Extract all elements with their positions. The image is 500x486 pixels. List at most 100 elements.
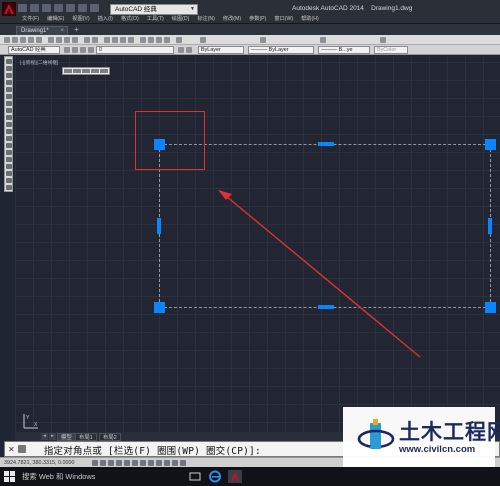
toolbar-button-icon[interactable] (100, 69, 108, 73)
print-icon[interactable] (66, 4, 75, 12)
layer-combo[interactable]: 0 (96, 46, 174, 54)
tab-nav-first-icon[interactable]: ◂ (41, 433, 48, 440)
edge-browser-icon[interactable] (208, 470, 222, 483)
save-icon[interactable] (42, 4, 51, 12)
design-center-icon[interactable] (148, 37, 154, 43)
print-icon[interactable] (28, 37, 34, 43)
region-icon[interactable] (6, 171, 12, 176)
file-tab-drawing1[interactable]: Drawing1* × (16, 26, 68, 35)
toolbar-button-icon[interactable] (64, 69, 72, 73)
open-icon[interactable] (12, 37, 18, 43)
viewport-controls[interactable]: [-][俯视][二维线框] (20, 59, 58, 66)
menu-modify[interactable]: 修改(M) (219, 15, 245, 23)
dynamic-ucs-icon[interactable] (140, 460, 146, 466)
ellipse-icon[interactable] (6, 122, 12, 127)
transparency-icon[interactable] (164, 460, 170, 466)
open-file-icon[interactable] (30, 4, 39, 12)
lock-icon[interactable] (88, 47, 94, 53)
toolbar-button-icon[interactable] (73, 69, 81, 73)
paste-icon[interactable] (64, 37, 70, 43)
workspace-dropdown[interactable]: AutoCAD 经典 ▼ (110, 4, 198, 15)
color-combo[interactable]: ByLayer (198, 46, 244, 54)
menu-format[interactable]: 格式(O) (117, 15, 143, 23)
text-style-icon[interactable] (200, 37, 206, 43)
save-as-icon[interactable] (54, 4, 63, 12)
corner-grip-bottom-left[interactable] (154, 302, 165, 313)
taskbar-search[interactable]: 搜索 Web 和 Windows (22, 471, 95, 482)
cut-icon[interactable] (48, 37, 54, 43)
close-icon[interactable]: ✕ (8, 445, 15, 454)
corner-grip-bottom-right[interactable] (485, 302, 496, 313)
undo-icon[interactable] (84, 37, 90, 43)
midpoint-grip-top[interactable] (318, 142, 334, 146)
ortho-mode-icon[interactable] (108, 460, 114, 466)
polar-tracking-icon[interactable] (116, 460, 122, 466)
toolbar-button-icon[interactable] (82, 69, 90, 73)
new-tab-button[interactable]: + (72, 26, 81, 35)
wrench-icon[interactable] (18, 445, 26, 453)
revision-cloud-icon[interactable] (6, 108, 12, 113)
zoom-window-icon[interactable] (120, 37, 126, 43)
midpoint-grip-right[interactable] (488, 218, 492, 234)
tool-palettes-icon[interactable] (156, 37, 162, 43)
help-icon[interactable] (176, 37, 182, 43)
spline-icon[interactable] (6, 115, 12, 120)
insert-block-icon[interactable] (6, 136, 12, 141)
menu-window[interactable]: 窗口(W) (270, 15, 297, 23)
autocad-taskbar-icon[interactable] (228, 470, 242, 483)
sun-icon[interactable] (80, 47, 86, 53)
object-snap-icon[interactable] (124, 460, 130, 466)
tab-nav-next-icon[interactable]: ▸ (49, 433, 56, 440)
dim-style-icon[interactable] (260, 37, 266, 43)
table-style-icon[interactable] (320, 37, 326, 43)
ellipse-arc-icon[interactable] (6, 129, 12, 134)
new-icon[interactable] (4, 37, 10, 43)
zoom-realtime-icon[interactable] (112, 37, 118, 43)
corner-grip-top-right[interactable] (485, 139, 496, 150)
polygon-icon[interactable] (6, 80, 12, 85)
layer-previous-icon[interactable] (186, 47, 192, 53)
toolbar-button-icon[interactable] (91, 69, 99, 73)
copy-icon[interactable] (56, 37, 62, 43)
floating-toolbar[interactable] (62, 67, 110, 75)
lineweight-combo[interactable]: ——— B...ye (318, 46, 370, 54)
menu-dimension[interactable]: 标注(N) (193, 15, 219, 23)
preview-icon[interactable] (36, 37, 42, 43)
line-tool-icon[interactable] (6, 59, 12, 64)
menu-view[interactable]: 视图(V) (68, 15, 93, 23)
menu-draw[interactable]: 绘图(D) (168, 15, 194, 23)
menu-parametric[interactable]: 参数(P) (245, 15, 270, 23)
linetype-combo[interactable]: ——— ByLayer (248, 46, 314, 54)
point-icon[interactable] (6, 150, 12, 155)
new-file-icon[interactable] (18, 4, 27, 12)
zoom-previous-icon[interactable] (128, 37, 134, 43)
tab-model[interactable]: 模型 (57, 433, 76, 441)
lightbulb-icon[interactable] (72, 47, 78, 53)
drawing-area[interactable] (15, 56, 500, 432)
grid-display-icon[interactable] (100, 460, 106, 466)
quick-properties-icon[interactable] (172, 460, 178, 466)
midpoint-grip-bottom[interactable] (318, 305, 334, 309)
dynamic-input-icon[interactable] (148, 460, 154, 466)
save-icon[interactable] (20, 37, 26, 43)
hatch-icon[interactable] (6, 157, 12, 162)
polyline-icon[interactable] (6, 73, 12, 78)
menu-help[interactable]: 帮助(H) (297, 15, 323, 23)
redo-icon[interactable] (92, 37, 98, 43)
make-block-icon[interactable] (6, 143, 12, 148)
menu-insert[interactable]: 插入(I) (94, 15, 117, 23)
object-snap-tracking-icon[interactable] (132, 460, 138, 466)
gradient-icon[interactable] (6, 164, 12, 169)
multileader-style-icon[interactable] (380, 37, 386, 43)
layer-properties-icon[interactable] (64, 47, 70, 53)
task-view-icon[interactable] (188, 470, 202, 483)
construction-line-icon[interactable] (6, 66, 12, 71)
autocad-app-menu-button[interactable] (2, 2, 16, 16)
lineweight-icon[interactable] (156, 460, 162, 466)
pan-icon[interactable] (104, 37, 110, 43)
match-properties-icon[interactable] (72, 37, 78, 43)
tab-layout2[interactable]: 布局2 (99, 433, 121, 441)
menu-tools[interactable]: 工具(T) (143, 15, 168, 23)
snap-mode-icon[interactable] (92, 460, 98, 466)
sheet-set-icon[interactable] (164, 37, 170, 43)
